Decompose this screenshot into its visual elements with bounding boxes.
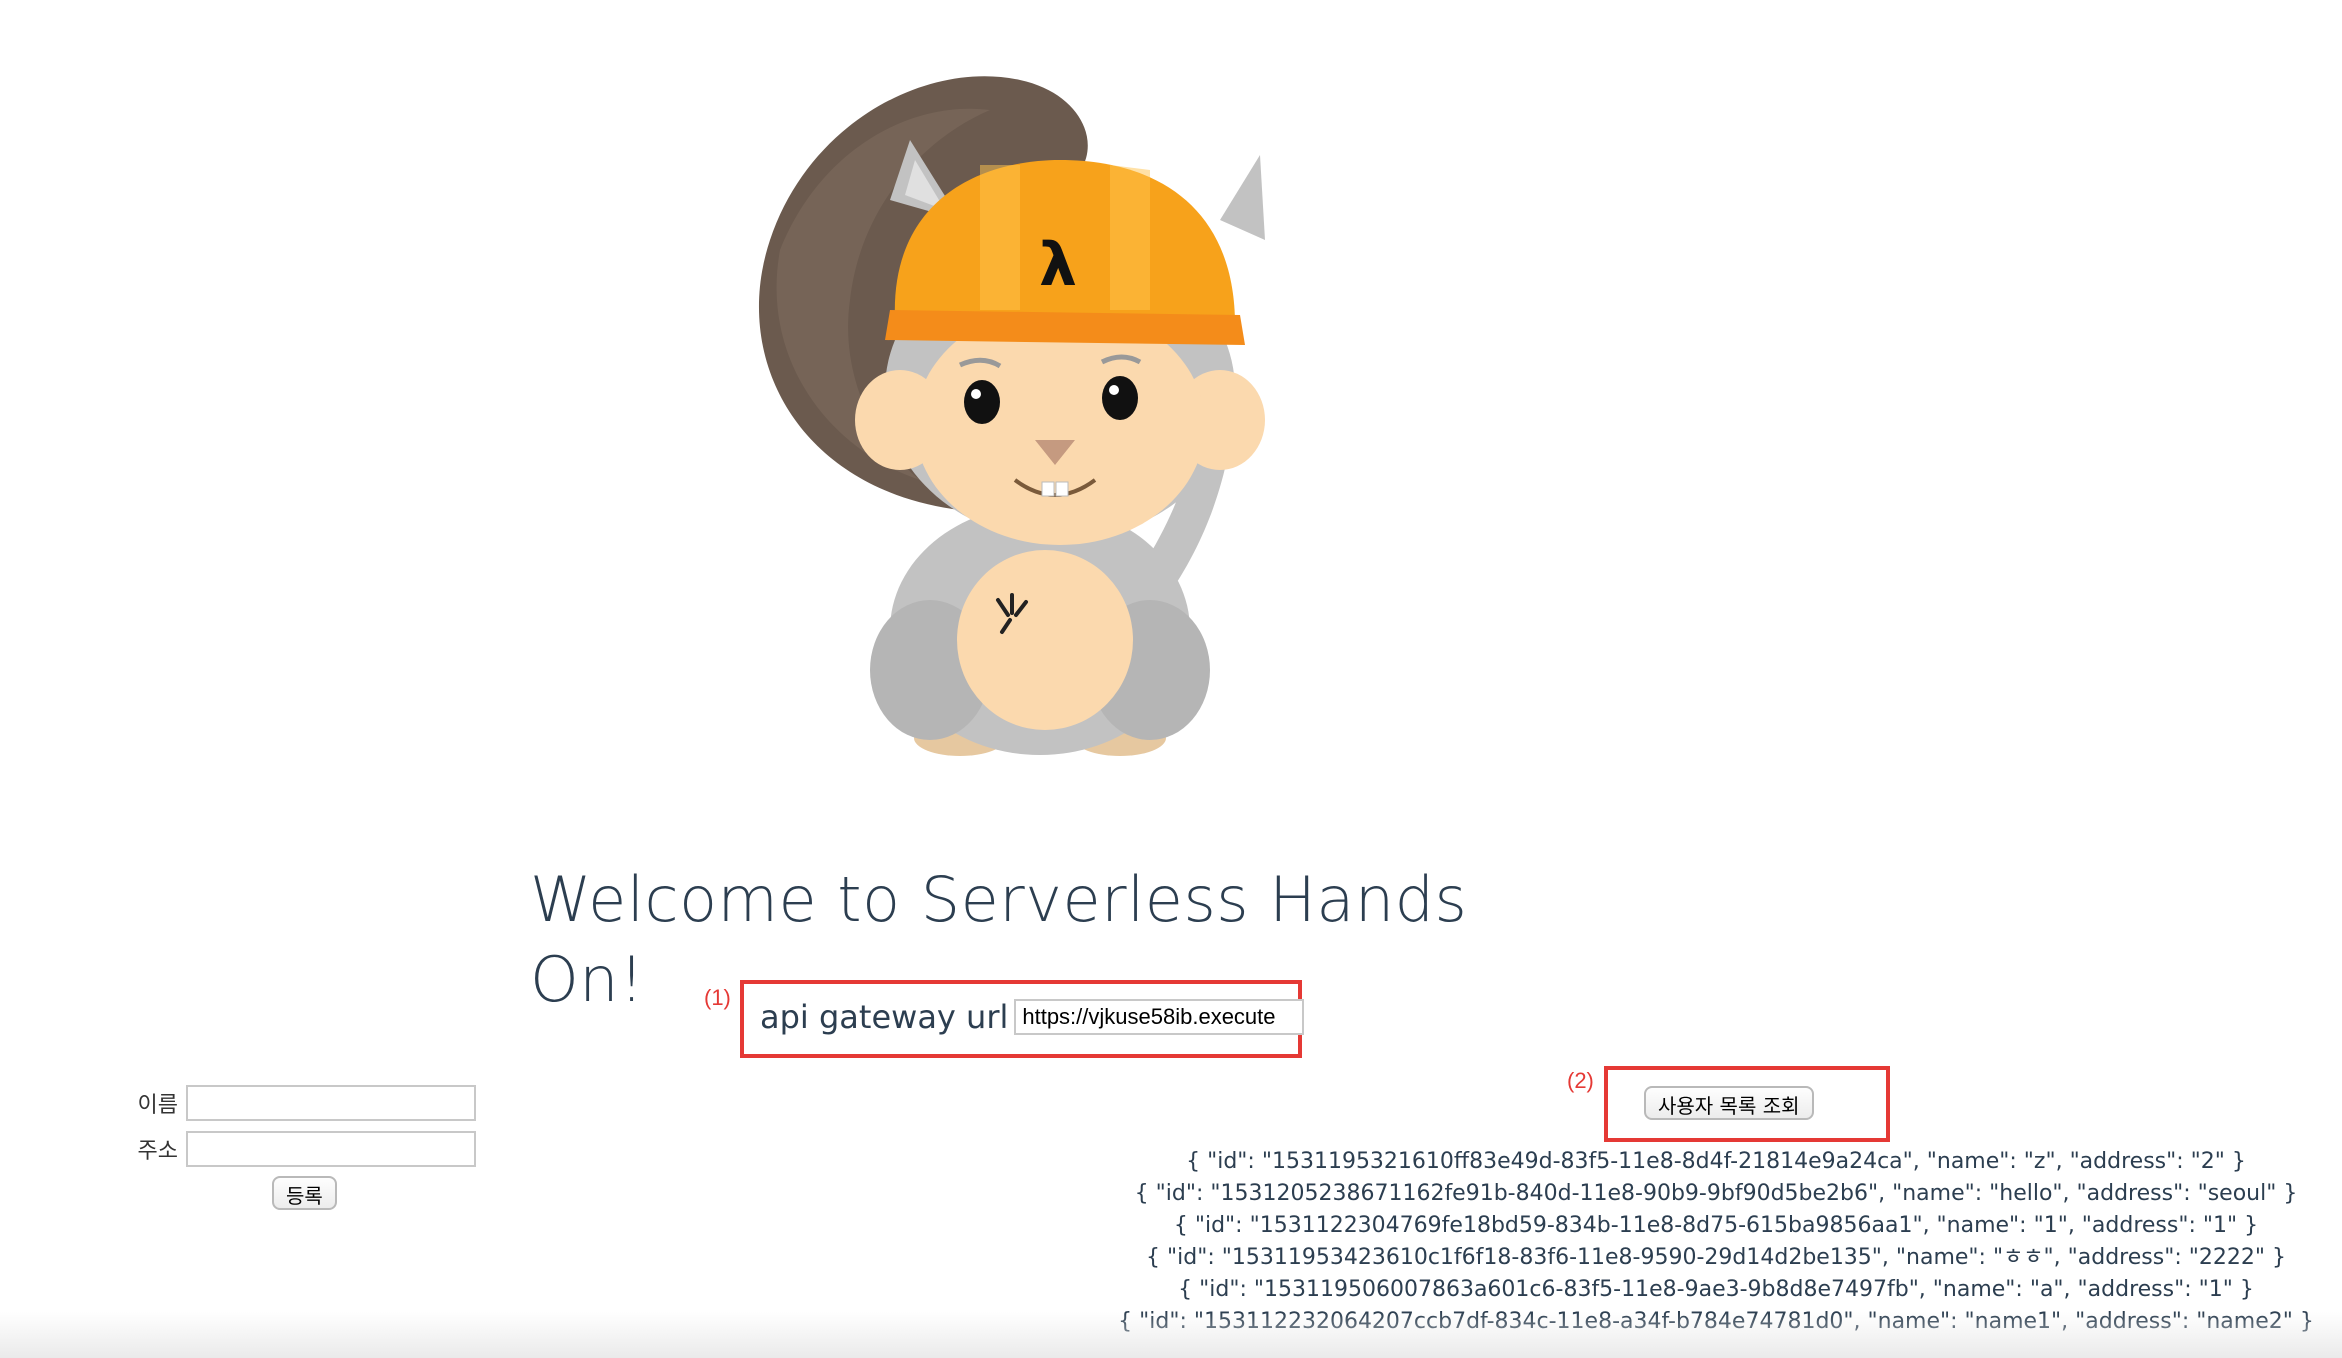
annotation-step-2: (2) <box>1567 1068 1594 1093</box>
address-label: 주소 <box>137 1139 178 1164</box>
lambda-icon: λ <box>1039 230 1077 300</box>
api-gateway-label: api gateway url <box>760 998 1009 1036</box>
user-records-list: { "id": "1531195321610ff83e49d-83f5-11e8… <box>1100 1146 2332 1338</box>
list-item: { "id": "15311953423610c1f6f18-83f6-11e8… <box>1146 1245 2286 1270</box>
serverless-squirrel-logo: λ <box>758 76 1265 756</box>
annotation-step-1: (1) <box>704 985 731 1010</box>
list-users-button[interactable]: 사용자 목록 조회 <box>1644 1086 1814 1120</box>
list-item: { "id": "1531122304769fe18bd59-834b-11e8… <box>1173 1213 2259 1238</box>
name-row: 이름 <box>130 1080 476 1126</box>
list-item: { "id": "1531195321610ff83e49d-83f5-11e8… <box>1186 1149 2246 1174</box>
list-item: { "id": "1531205238671162fe91b-840d-11e8… <box>1134 1181 2298 1206</box>
register-form: 이름 주소 <box>130 1080 476 1172</box>
bottom-shadow <box>0 1312 2342 1358</box>
address-row: 주소 <box>130 1126 476 1172</box>
list-item: { "id": "153119506007863a601c6-83f5-11e8… <box>1178 1277 2254 1302</box>
api-gateway-url-input[interactable] <box>1014 999 1305 1035</box>
name-input[interactable] <box>186 1085 476 1121</box>
address-input[interactable] <box>186 1131 476 1167</box>
name-label: 이름 <box>137 1093 178 1118</box>
register-button[interactable]: 등록 <box>272 1176 337 1210</box>
api-gateway-row: api gateway url <box>760 995 1305 1039</box>
